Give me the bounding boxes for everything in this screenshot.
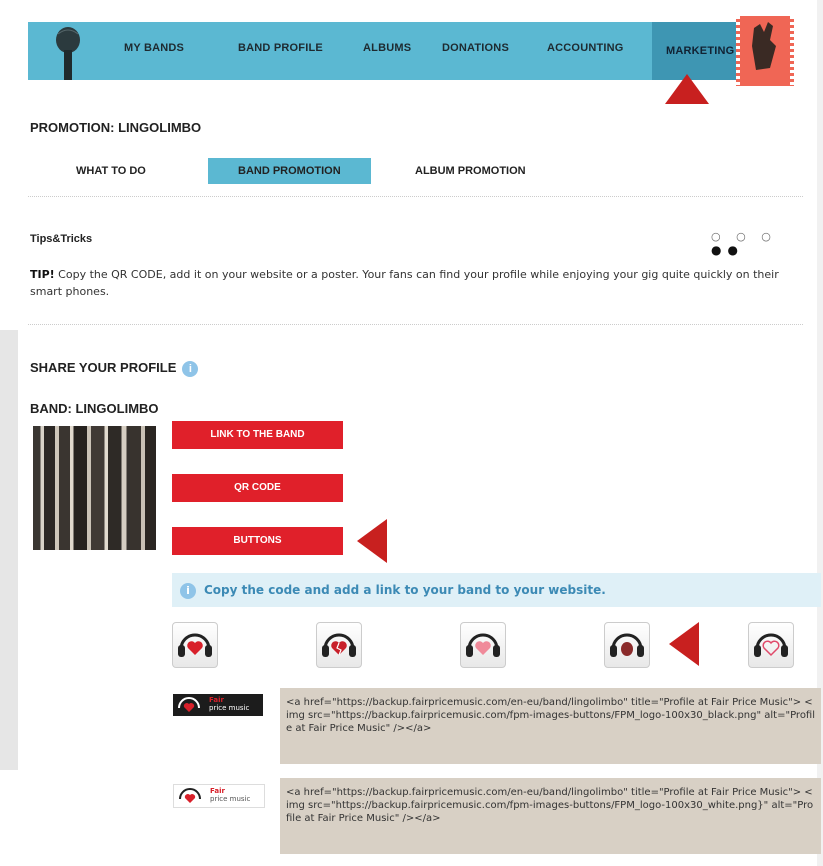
code-snippet-white[interactable]: <a href="https://backup.fairpricemusic.c… [280, 778, 821, 854]
code-snippet-black[interactable]: <a href="https://backup.fairpricemusic.c… [280, 688, 821, 764]
page-title: PROMOTION: LINGOLIMBO [30, 120, 202, 135]
buttons-button[interactable]: BUTTONS [172, 527, 343, 555]
marketing-panel: MY BANDS BAND PROFILE ALBUMS DONATIONS A… [18, 8, 821, 866]
logo-sub: price music [209, 704, 250, 712]
band-stamp-image [736, 16, 794, 86]
headphones-heart-icon [178, 633, 212, 657]
logo-brand: Fair [209, 696, 224, 704]
heart-button-anatomical[interactable] [604, 622, 650, 668]
nav-marketing[interactable]: MARKETING [652, 22, 749, 80]
qr-code-button[interactable]: QR CODE [172, 474, 343, 502]
tips-pager[interactable]: ○ ○ ○ ●● [711, 230, 817, 257]
info-icon[interactable]: i [182, 360, 199, 377]
heart-button-broken[interactable] [316, 622, 362, 668]
headphones-outline-heart-icon [754, 633, 788, 657]
headphones-broken-heart-icon [322, 633, 356, 657]
nav-my-bands[interactable]: MY BANDS [124, 42, 184, 54]
nav-accounting[interactable]: ACCOUNTING [547, 42, 624, 54]
info-icon: i [180, 582, 196, 599]
main-nav: MY BANDS BAND PROFILE ALBUMS DONATIONS A… [28, 22, 788, 80]
band-image [33, 426, 156, 550]
logo-white: Fair price music [173, 784, 265, 808]
hand-icon [752, 22, 776, 70]
heart-button-red[interactable] [172, 622, 218, 668]
info-message: Copy the code and add a link to your ban… [204, 583, 606, 597]
tips-heading: Tips&Tricks [30, 233, 93, 245]
page-shadow-left [0, 330, 18, 770]
headphones-real-heart-icon [610, 633, 644, 657]
tab-band-promotion[interactable]: BAND PROMOTION [208, 158, 371, 184]
share-profile-label: SHARE YOUR PROFILE [30, 360, 177, 375]
logo-black: Fair price music [173, 694, 263, 716]
share-profile-heading: SHARE YOUR PROFILE i [30, 360, 199, 377]
tip-text: TIP! Copy the QR CODE, add it on your we… [30, 266, 810, 300]
tab-album-promotion[interactable]: ALBUM PROMOTION [415, 158, 526, 184]
headphones-pixel-heart-icon [466, 633, 500, 657]
pointer-arrow-buttons [357, 519, 387, 563]
divider [28, 324, 803, 325]
tip-prefix: TIP! [30, 268, 55, 281]
nav-albums[interactable]: ALBUMS [363, 42, 411, 54]
nav-donations[interactable]: DONATIONS [442, 42, 509, 54]
microphone-icon [56, 27, 80, 80]
logo-sub: price music [210, 795, 251, 803]
heart-button-pixel[interactable] [460, 622, 506, 668]
link-to-band-button[interactable]: LINK TO THE BAND [172, 421, 343, 449]
logo-brand: Fair [210, 787, 225, 795]
nav-band-profile[interactable]: BAND PROFILE [238, 42, 323, 54]
headphones-heart-icon [178, 697, 200, 712]
tip-body: Copy the QR CODE, add it on your website… [30, 268, 779, 298]
info-bar: i Copy the code and add a link to your ba… [172, 573, 821, 607]
pointer-arrow-marketing [665, 74, 709, 104]
divider [28, 196, 803, 197]
band-label: BAND: LINGOLIMBO [30, 401, 159, 416]
heart-button-outline[interactable] [748, 622, 794, 668]
headphones-heart-icon [179, 788, 201, 803]
pointer-arrow-heart [669, 622, 699, 666]
tab-what-to-do[interactable]: WHAT TO DO [76, 158, 146, 184]
